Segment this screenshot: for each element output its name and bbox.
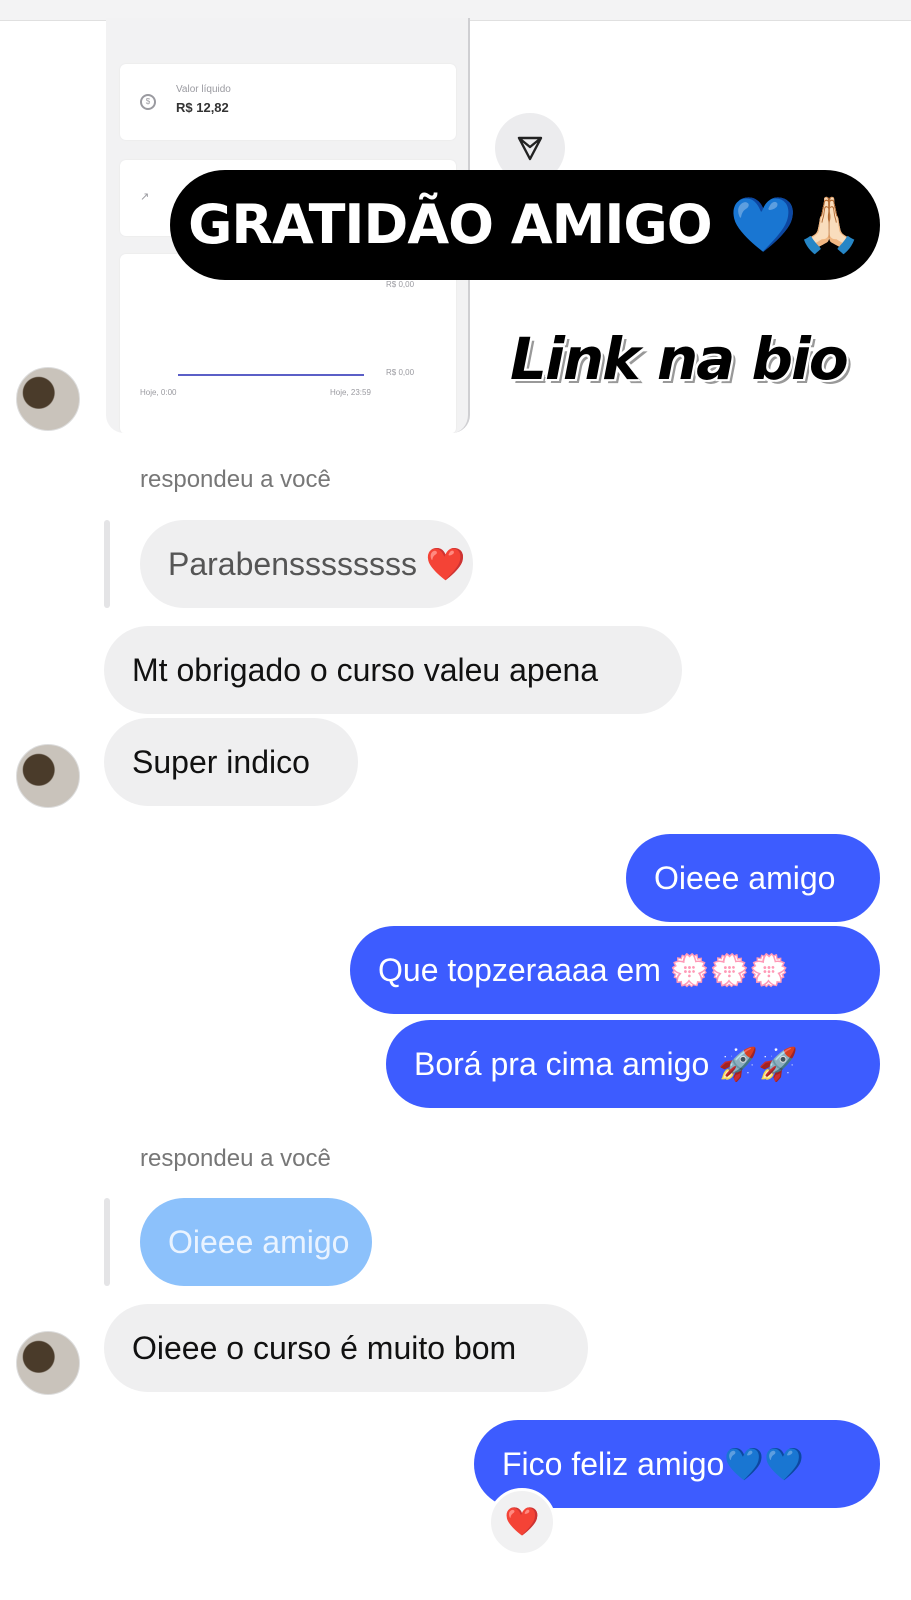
incoming-message[interactable]: Oieee o curso é muito bom <box>104 1304 588 1392</box>
net-value-label: Valor líquido <box>176 84 231 95</box>
incoming-message[interactable]: Super indico <box>104 718 358 806</box>
link-in-bio-text: Link na bio <box>510 325 849 393</box>
chart-label-top: R$ 0,00 <box>386 280 415 289</box>
net-value-amount: R$ 12,82 <box>176 100 229 115</box>
trend-icon: ↗ <box>140 191 150 203</box>
reply-label: respondeu a você <box>140 1145 331 1172</box>
outgoing-message[interactable]: Que topzeraaaa em 💮💮💮 <box>350 926 880 1014</box>
coin-icon: $ <box>140 94 156 110</box>
outgoing-message[interactable]: Oieee amigo <box>626 834 880 922</box>
reply-quote-bar <box>104 1198 110 1286</box>
avatar[interactable] <box>16 367 80 431</box>
chart-line <box>178 374 364 376</box>
quoted-message[interactable]: Oieee amigo <box>140 1198 372 1286</box>
avatar[interactable] <box>16 1331 80 1395</box>
reply-label: respondeu a você <box>140 466 331 493</box>
outgoing-message[interactable]: Borá pra cima amigo 🚀🚀 <box>386 1020 880 1108</box>
avatar[interactable] <box>16 744 80 808</box>
reply-quote-bar <box>104 520 110 608</box>
chart-x-label-right: Hoje, 23:59 <box>330 388 371 397</box>
chart-tile: R$ 0,00 R$ 0,00 Hoje, 0:00 Hoje, 23:59 <box>120 254 456 433</box>
heart-reaction-icon[interactable]: ❤️ <box>488 1488 556 1556</box>
chart-label-right: R$ 0,00 <box>386 368 415 377</box>
quoted-message[interactable]: Parabenssssssss ❤️ <box>140 520 473 608</box>
net-value-tile: $ Valor líquido R$ 12,82 <box>120 64 456 140</box>
incoming-message[interactable]: Mt obrigado o curso valeu apena <box>104 626 682 714</box>
chart-x-label-left: Hoje, 0:00 <box>140 388 177 397</box>
gratitude-banner: GRATIDÃO AMIGO 💙🙏🏻 <box>170 170 880 280</box>
